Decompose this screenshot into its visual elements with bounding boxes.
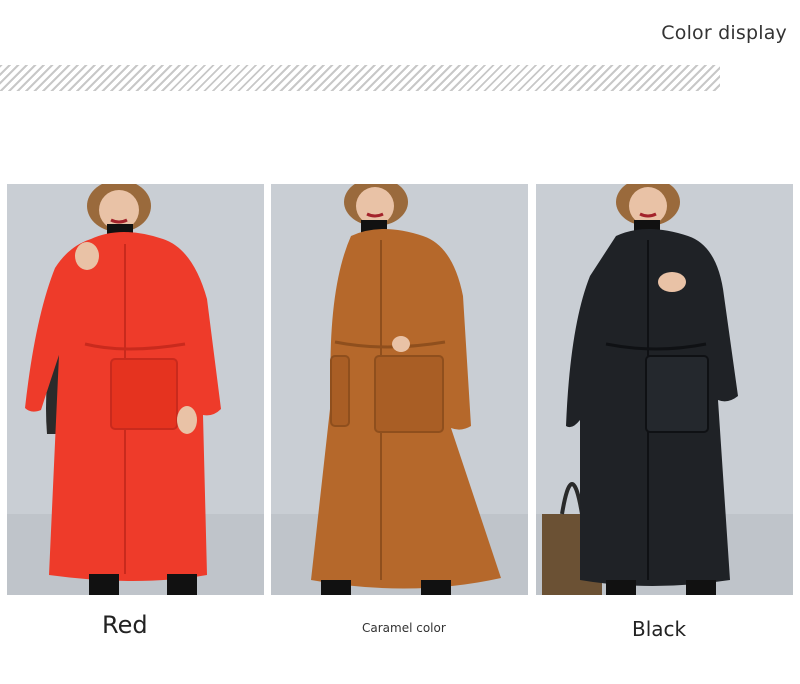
product-photo-red[interactable]	[7, 184, 264, 595]
color-label-black: Black	[632, 617, 687, 641]
product-photo-caramel[interactable]	[271, 184, 528, 595]
color-label-red: Red	[102, 611, 148, 639]
color-label-caramel: Caramel color	[362, 621, 446, 635]
section-title: Color display	[661, 22, 787, 44]
product-photo-black[interactable]	[536, 184, 793, 595]
decorative-hatch-divider	[0, 65, 720, 91]
